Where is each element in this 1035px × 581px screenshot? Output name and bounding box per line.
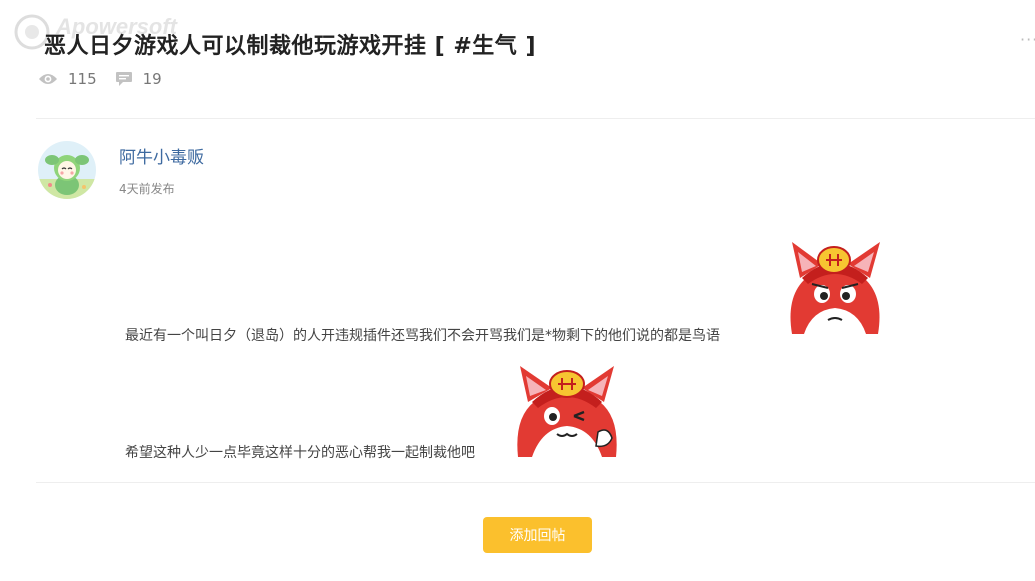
post-paragraph-1: 最近有一个叫日夕（退岛）的人开违规插件还骂我们不会开骂我们是*物剩下的他们说的都… — [125, 328, 720, 344]
comment-count-value: 19 — [142, 70, 162, 88]
green-mascot-avatar-icon — [38, 141, 96, 199]
author-avatar[interactable] — [38, 141, 96, 199]
more-dots-icon[interactable]: ··· — [1020, 30, 1035, 49]
comment-count: 19 — [115, 70, 162, 88]
author-name[interactable]: 阿牛小毒贩 — [119, 143, 204, 168]
eye-icon — [39, 74, 57, 84]
view-count-value: 115 — [68, 70, 97, 88]
divider — [36, 482, 1035, 483]
view-count: 115 — [38, 70, 97, 88]
add-reply-button[interactable]: 添加回帖 — [483, 517, 592, 553]
post-paragraph-2: 希望这种人少一点毕竟这样十分的恶心帮我一起制裁他吧 — [125, 445, 475, 461]
red-cat-wink-sticker-icon — [517, 366, 617, 457]
post-title: 恶人日夕游戏人可以制裁他玩游戏开挂 [ #生气 ] — [44, 34, 537, 59]
comment-icon — [115, 72, 132, 86]
divider — [36, 118, 1035, 119]
post-stats: 115 19 — [38, 69, 180, 89]
red-cat-sad-sticker-icon — [790, 242, 880, 334]
post-time: 4天前发布 — [119, 182, 175, 196]
